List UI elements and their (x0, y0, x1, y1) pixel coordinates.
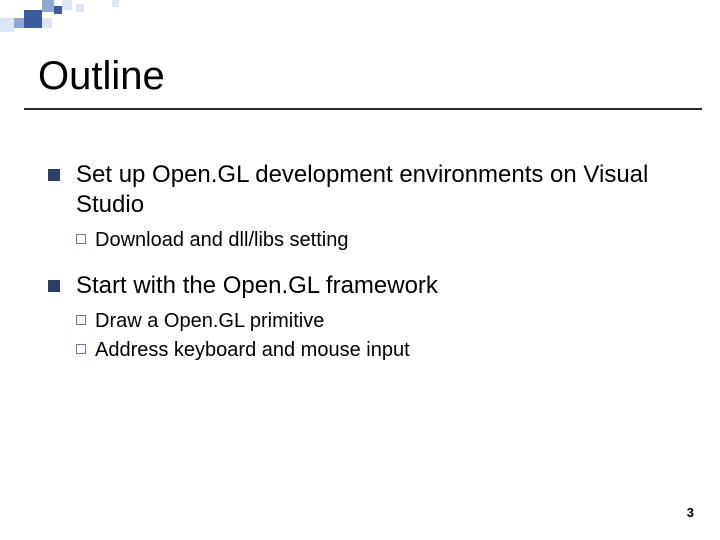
bullet-text: Start with the Open.GL framework (76, 271, 680, 301)
bullet-square-icon (48, 280, 60, 292)
slide-content: Set up Open.GL development environments … (48, 160, 680, 381)
slide-title: Outline (38, 54, 165, 99)
bullet-hollow-square-icon (76, 315, 86, 325)
title-underline (24, 108, 702, 110)
bullet-text: Download and dll/libs setting (95, 228, 680, 253)
bullet-level1: Start with the Open.GL framework Draw a … (48, 271, 680, 363)
bullet-hollow-square-icon (76, 344, 86, 354)
bullet-hollow-square-icon (76, 234, 86, 244)
bullet-square-icon (48, 169, 60, 181)
bullet-level2: Draw a Open.GL primitive (76, 309, 680, 334)
bullet-text: Address keyboard and mouse input (95, 338, 680, 363)
bullet-text: Set up Open.GL development environments … (76, 160, 680, 220)
decorative-corner (0, 0, 150, 35)
bullet-text: Draw a Open.GL primitive (95, 309, 680, 334)
bullet-level2: Address keyboard and mouse input (76, 338, 680, 363)
bullet-level2: Download and dll/libs setting (76, 228, 680, 253)
page-number: 3 (687, 505, 694, 520)
bullet-level1: Set up Open.GL development environments … (48, 160, 680, 253)
